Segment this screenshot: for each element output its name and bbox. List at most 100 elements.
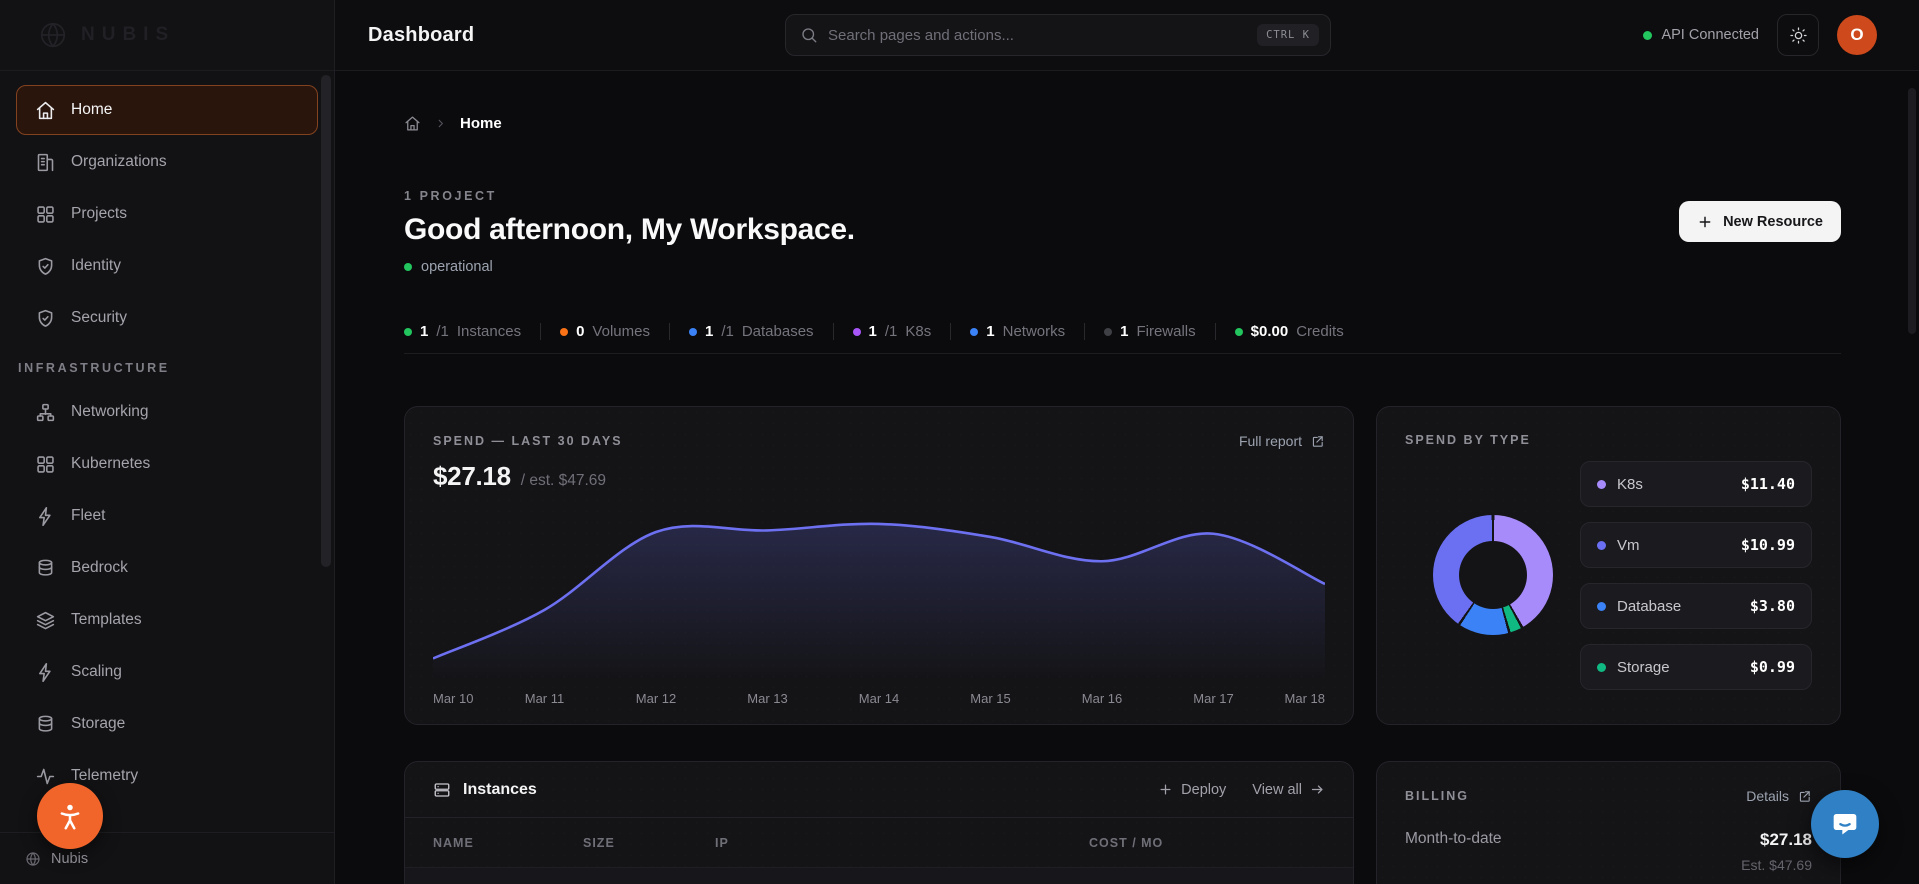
column-header-ip: IP	[715, 836, 1089, 850]
legend-label: K8s	[1617, 476, 1730, 493]
legend-dot	[1597, 602, 1606, 611]
avatar[interactable]: O	[1837, 15, 1877, 55]
bottom-cards-row: Instances Deploy View all NAMESIZEIPCOST…	[404, 761, 1841, 884]
accessibility-fab[interactable]	[37, 783, 103, 849]
stat-dot	[689, 328, 697, 336]
external-link-icon	[1310, 434, 1325, 449]
sidebar-section-label: INFRASTRUCTURE	[18, 361, 316, 375]
billing-estimate: Est. $47.69	[1741, 857, 1812, 873]
instances-card: Instances Deploy View all NAMESIZEIPCOST…	[404, 761, 1354, 884]
grid-icon	[35, 454, 56, 475]
sidebar-item-label: Kubernetes	[71, 455, 150, 473]
stat-divider	[1215, 323, 1216, 340]
breadcrumb-current[interactable]: Home	[460, 115, 502, 132]
page-scrollbar-thumb[interactable]	[1908, 88, 1916, 334]
billing-card-head: BILLING Details	[1405, 788, 1812, 804]
divider	[404, 353, 1841, 354]
stat-divider	[1084, 323, 1085, 340]
api-status-label: API Connected	[1661, 27, 1759, 43]
stat-databases: 1/1Databases	[689, 323, 814, 340]
stat-dot	[970, 328, 978, 336]
sidebar-item-identity[interactable]: Identity	[16, 241, 318, 291]
stat-instances: 1/1Instances	[404, 323, 521, 340]
spend-legend: K8s$11.40Vm$10.99Database$3.80Storage$0.…	[1580, 461, 1812, 690]
spend-card-title: SPEND — LAST 30 DAYS	[433, 434, 623, 448]
x-tick-label: Mar 14	[859, 691, 899, 706]
stat-divider	[833, 323, 834, 340]
legend-label: Vm	[1617, 537, 1730, 554]
shield-check-icon	[35, 308, 56, 329]
spend-by-type-head: SPEND BY TYPE	[1405, 433, 1812, 447]
sidebar-item-templates[interactable]: Templates	[16, 595, 318, 645]
view-all-link[interactable]: View all	[1252, 782, 1325, 798]
column-header-size: SIZE	[583, 836, 715, 850]
spend-area-chart: Mar 10Mar 11Mar 12Mar 13Mar 14Mar 15Mar …	[433, 502, 1325, 706]
chevron-right-icon	[434, 117, 447, 130]
stat-value: 1	[869, 323, 877, 340]
sun-icon	[1789, 26, 1808, 45]
billing-details-link[interactable]: Details	[1746, 788, 1812, 804]
stat-value: 1	[705, 323, 713, 340]
new-resource-button[interactable]: New Resource	[1679, 201, 1841, 242]
chat-fab[interactable]	[1811, 790, 1879, 858]
sidebar-item-security[interactable]: Security	[16, 293, 318, 343]
page-header-text: 1 PROJECT Good afternoon, My Workspace. …	[404, 189, 855, 275]
sidebar-item-kubernetes[interactable]: Kubernetes	[16, 439, 318, 489]
status-label: operational	[421, 259, 493, 275]
deploy-button[interactable]: Deploy	[1158, 782, 1226, 798]
full-report-link[interactable]: Full report	[1239, 433, 1325, 449]
billing-details-label: Details	[1746, 788, 1789, 804]
sidebar-item-label: Networking	[71, 403, 149, 421]
breadcrumb-home-icon[interactable]	[404, 115, 421, 132]
sidebar-item-storage[interactable]: Storage	[16, 699, 318, 749]
network-icon	[35, 402, 56, 423]
stat-suffix: /1	[436, 323, 449, 340]
x-tick-label: Mar 17	[1193, 691, 1233, 706]
sidebar-item-projects[interactable]: Projects	[16, 189, 318, 239]
resource-stats-row: 1/1Instances0Volumes1/1Databases1/1K8s1N…	[404, 323, 1841, 340]
sidebar: NUBIS Home OrganizationsProjects Identity S…	[0, 0, 335, 884]
search-box[interactable]: CTRL K	[785, 14, 1331, 56]
legend-item-storage: Storage$0.99	[1580, 644, 1812, 690]
search-input[interactable]	[828, 27, 1247, 44]
theme-toggle-button[interactable]	[1777, 14, 1819, 56]
sidebar-item-bedrock[interactable]: Bedrock	[16, 543, 318, 593]
spend-card-head: SPEND — LAST 30 DAYS Full report	[433, 433, 1325, 449]
spend-card: SPEND — LAST 30 DAYS Full report $27.18 …	[404, 406, 1354, 725]
new-resource-label: New Resource	[1723, 214, 1823, 230]
legend-dot	[1597, 541, 1606, 550]
stat-label: Volumes	[592, 323, 650, 340]
sidebar-scrollbar-thumb[interactable]	[321, 75, 331, 567]
search-icon	[800, 26, 818, 44]
sidebar-item-networking[interactable]: Networking	[16, 387, 318, 437]
legend-value: $3.80	[1750, 597, 1795, 615]
legend-value: $10.99	[1741, 536, 1795, 554]
stat-label: Firewalls	[1136, 323, 1195, 340]
spend-estimate: / est. $47.69	[521, 472, 606, 490]
stat-label: Databases	[742, 323, 814, 340]
sidebar-item-organizations[interactable]: Organizations	[16, 137, 318, 187]
instances-actions: Deploy View all	[1158, 782, 1325, 798]
x-tick-label: Mar 18	[1285, 691, 1325, 706]
sidebar-item-home[interactable]: Home	[16, 85, 318, 135]
sidebar-item-label: Identity	[71, 257, 121, 275]
sidebar-item-label: Telemetry	[71, 767, 138, 785]
deploy-label: Deploy	[1181, 782, 1226, 798]
sidebar-item-scaling[interactable]: Scaling	[16, 647, 318, 697]
breadcrumb: Home	[404, 113, 1841, 133]
sidebar-item-label: Storage	[71, 715, 125, 733]
brand-logo-text: NUBIS	[81, 24, 175, 46]
billing-amounts: $27.18 Est. $47.69	[1741, 830, 1812, 873]
sidebar-item-label: Home	[71, 101, 112, 119]
legend-item-vm: Vm $10.99	[1580, 522, 1812, 568]
sidebar-item-label: Bedrock	[71, 559, 128, 577]
area-chart-svg	[433, 502, 1325, 680]
cards-row: SPEND — LAST 30 DAYS Full report $27.18 …	[404, 406, 1841, 725]
x-tick-label: Mar 15	[970, 691, 1010, 706]
plus-icon	[1697, 214, 1713, 230]
sidebar-item-fleet[interactable]: Fleet	[16, 491, 318, 541]
table-row[interactable]	[405, 868, 1353, 884]
x-tick-label: Mar 10	[433, 691, 473, 706]
main-content: Home 1 PROJECT Good afternoon, My Worksp…	[335, 71, 1919, 884]
instances-card-head: Instances Deploy View all	[405, 762, 1353, 818]
